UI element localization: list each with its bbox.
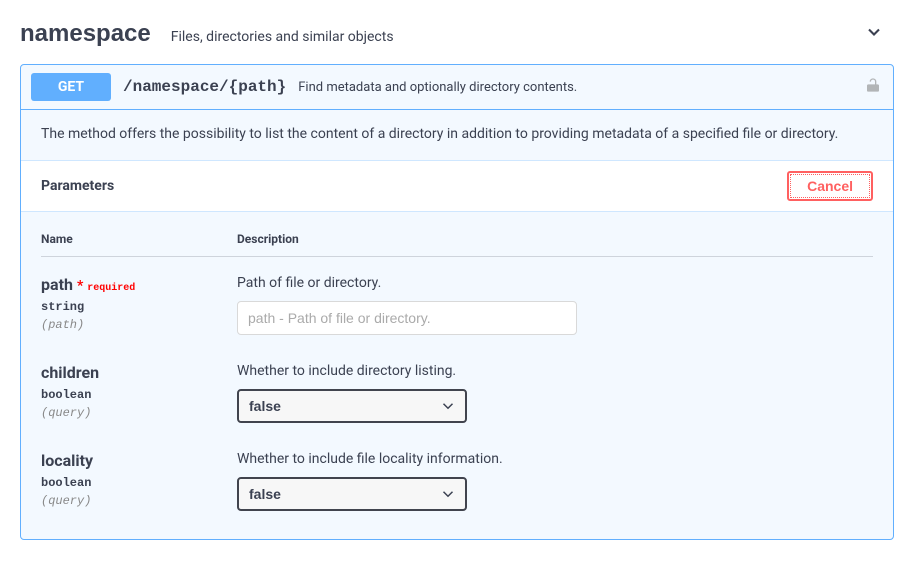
param-row-locality: locality boolean (query) Whether to incl… [41,451,873,511]
operation-summary[interactable]: GET /namespace/{path} Find metadata and … [21,65,893,109]
path-input[interactable] [237,301,577,335]
section-header[interactable]: namespace Files, directories and similar… [20,10,894,58]
param-row-path: path * required string (path) Path of fi… [41,275,873,335]
parameters-header: Parameters Cancel [21,160,893,212]
column-header-description: Description [237,232,299,246]
param-name: path [41,275,73,294]
operation-path: /namespace/{path} [123,78,286,96]
parameters-title: Parameters [41,178,114,194]
required-star: * [77,278,83,294]
parameters-table: Name Description path * required string … [21,212,893,511]
param-type: boolean [41,476,237,490]
cancel-button[interactable]: Cancel [787,171,873,201]
locality-select[interactable]: false [237,477,467,511]
operation-summary-text: Find metadata and optionally directory c… [298,80,577,95]
param-description: Whether to include file locality informa… [237,451,873,467]
param-name: locality [41,451,93,470]
section-description: Files, directories and similar objects [171,29,394,45]
column-header-name: Name [41,232,237,246]
param-name: children [41,363,99,382]
children-select[interactable]: false [237,389,467,423]
param-in: (query) [41,406,237,420]
param-in: (query) [41,494,237,508]
method-badge: GET [31,73,111,101]
param-in: (path) [41,318,237,332]
param-type: string [41,300,237,314]
chevron-down-icon[interactable] [864,22,884,46]
operation-block: GET /namespace/{path} Find metadata and … [20,64,894,540]
required-label: required [87,283,135,294]
operation-description: The method offers the possibility to lis… [21,110,893,160]
param-type: boolean [41,388,237,402]
param-row-children: children boolean (query) Whether to incl… [41,363,873,423]
unlock-icon[interactable] [865,76,881,98]
param-description: Path of file or directory. [237,275,873,291]
section-title: namespace [20,20,151,48]
param-description: Whether to include directory listing. [237,363,873,379]
